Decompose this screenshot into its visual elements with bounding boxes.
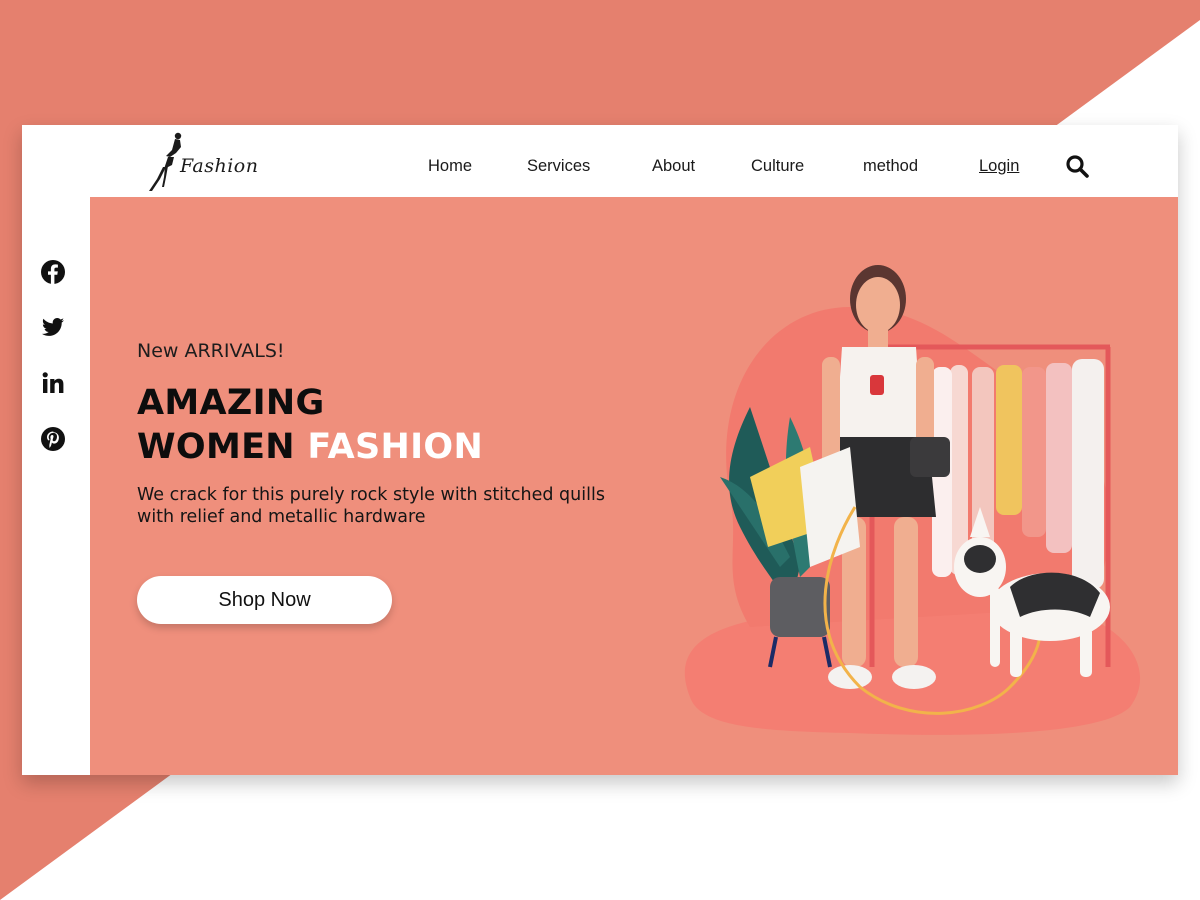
logo-text: Fashion <box>180 155 259 177</box>
facebook-icon <box>41 260 65 284</box>
nav-item-culture[interactable]: Culture <box>751 157 804 176</box>
nav-item-services[interactable]: Services <box>527 157 590 176</box>
hero-section: New ARRIVALS! AMAZING WOMEN FASHION We c… <box>90 197 1178 775</box>
hero-headline: AMAZING WOMEN FASHION <box>137 381 483 469</box>
shop-now-button[interactable]: Shop Now <box>137 576 392 624</box>
facebook-link[interactable] <box>40 259 66 285</box>
brand-logo[interactable]: Fashion <box>146 127 258 193</box>
nav-login-link[interactable]: Login <box>979 157 1019 176</box>
search-button[interactable] <box>1065 154 1089 178</box>
linkedin-link[interactable] <box>40 370 66 396</box>
linkedin-icon <box>42 372 64 393</box>
nav-item-home[interactable]: Home <box>428 157 472 176</box>
search-icon <box>1066 155 1089 178</box>
twitter-link[interactable] <box>40 314 66 340</box>
pinterest-icon <box>41 427 65 451</box>
headline-line1: AMAZING <box>137 383 325 423</box>
hero-illustration <box>684 265 1141 735</box>
hero-description: We crack for this purely rock style with… <box>137 485 605 527</box>
nav-item-method[interactable]: method <box>863 157 918 176</box>
headline-line2-accent: FASHION <box>307 427 484 467</box>
pinterest-link[interactable] <box>40 426 66 452</box>
headline-line2-dark: WOMEN <box>137 427 295 467</box>
social-sidebar <box>22 197 90 775</box>
landing-card: Fashion Home Services About Culture meth… <box>22 125 1178 775</box>
hero-eyebrow: New ARRIVALS! <box>137 340 285 362</box>
site-header: Fashion Home Services About Culture meth… <box>22 125 1178 197</box>
twitter-icon <box>42 318 64 336</box>
nav-item-about[interactable]: About <box>652 157 695 176</box>
